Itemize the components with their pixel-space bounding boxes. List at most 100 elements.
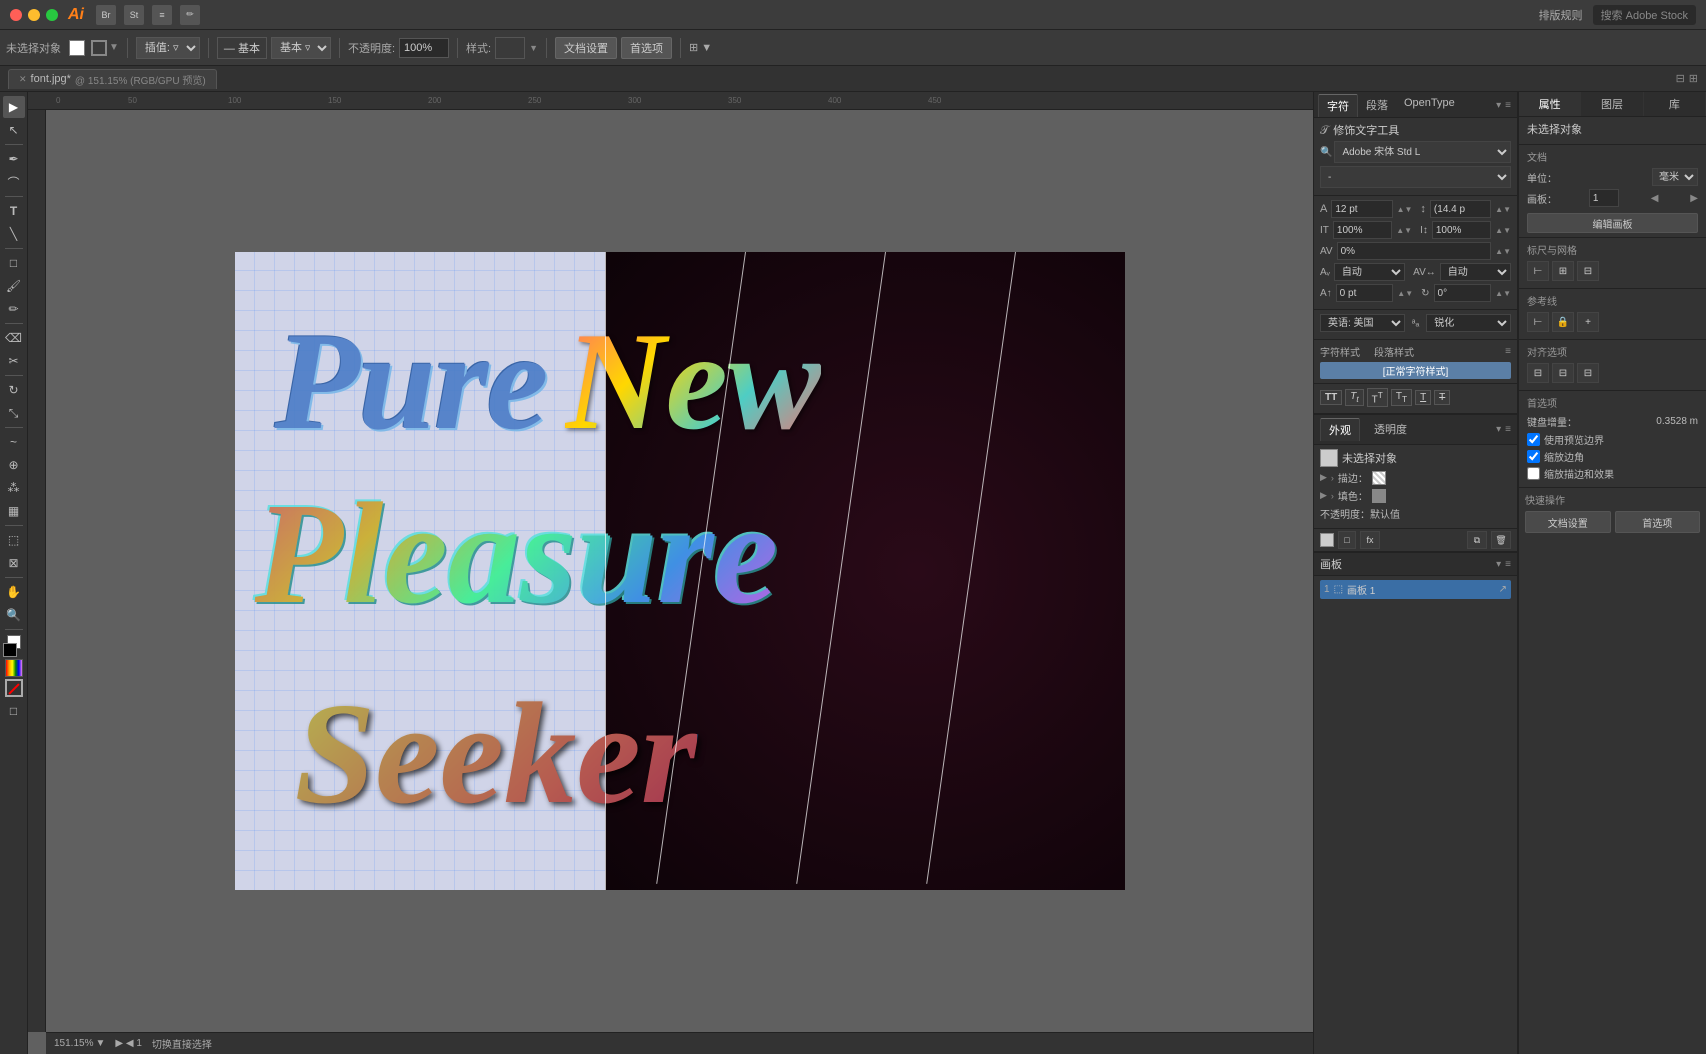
tracking-spinner[interactable]: ▲▼ bbox=[1495, 247, 1511, 256]
hamburger-icon[interactable]: ≡ bbox=[152, 5, 172, 25]
snap-left-btn[interactable]: ⊟ bbox=[1527, 363, 1549, 383]
tt-italic[interactable]: Tt bbox=[1345, 389, 1363, 406]
tt-underline[interactable]: T bbox=[1415, 390, 1431, 405]
select-tool[interactable]: ▶ bbox=[3, 96, 25, 118]
artboard-num-input[interactable] bbox=[1589, 189, 1619, 207]
tab-opentype[interactable]: OpenType bbox=[1396, 94, 1463, 117]
tt-sub[interactable]: TT bbox=[1391, 389, 1412, 406]
style-menu-icon[interactable]: ≡ bbox=[1505, 346, 1511, 357]
fx-effect-btn[interactable]: fx bbox=[1360, 531, 1380, 549]
artboard-goto-icon[interactable]: ↗ bbox=[1499, 584, 1507, 595]
panel-menu-icon[interactable]: ≡ bbox=[1505, 100, 1511, 111]
appear-main-swatch[interactable] bbox=[1320, 449, 1338, 467]
arrange-icon[interactable]: ⊞ ▼ bbox=[689, 41, 712, 54]
blend-tool[interactable]: ⊕ bbox=[3, 454, 25, 476]
fx-copy-btn[interactable]: ⧉ bbox=[1467, 531, 1487, 549]
paintbrush-tool[interactable]: 🖌 bbox=[3, 275, 25, 297]
curvature-tool[interactable]: ⌒ bbox=[3, 171, 25, 193]
scalev-input[interactable] bbox=[1432, 221, 1491, 239]
snap-right-btn[interactable]: ⊟ bbox=[1577, 363, 1599, 383]
artboard-collapse-icon[interactable]: ▾ bbox=[1496, 559, 1501, 570]
appear-collapse-icon[interactable]: ▾ bbox=[1496, 424, 1501, 435]
appear-fill-expand[interactable]: › bbox=[1331, 491, 1334, 501]
guide-add-btn[interactable]: + bbox=[1577, 312, 1599, 332]
scale-tool[interactable]: ⤡ bbox=[3, 402, 25, 424]
fx-add-btn[interactable]: □ bbox=[1338, 531, 1356, 549]
stroke-area[interactable]: ▼ bbox=[91, 40, 119, 56]
basic-dropdown[interactable]: 基本 ▿ bbox=[271, 37, 331, 59]
tab-close-icon[interactable]: ✕ bbox=[19, 74, 27, 85]
stroke-swatch[interactable] bbox=[91, 40, 107, 56]
type-tool[interactable]: T bbox=[3, 200, 25, 222]
scale-corners-checkbox[interactable] bbox=[1527, 450, 1540, 463]
style-arrow[interactable]: ▼ bbox=[529, 43, 538, 53]
arrange-menu[interactable]: 排版规则 bbox=[1539, 7, 1583, 23]
hand-tool[interactable]: ✋ bbox=[3, 581, 25, 603]
fontsize-spinner[interactable]: ▲▼ bbox=[1397, 205, 1413, 214]
scaleh-input[interactable] bbox=[1333, 221, 1392, 239]
normal-char-style[interactable]: [正常字符样式] bbox=[1320, 362, 1511, 379]
tt-bold[interactable]: TT bbox=[1320, 390, 1342, 405]
direct-select-tool[interactable]: ↖ bbox=[3, 119, 25, 141]
rotate-tool[interactable]: ↻ bbox=[3, 379, 25, 401]
gradient-tool[interactable] bbox=[5, 659, 23, 677]
appear-fill-arrow[interactable]: ▶ bbox=[1320, 490, 1327, 501]
appear-stroke-swatch[interactable] bbox=[1372, 471, 1386, 485]
line-tool[interactable]: ╲ bbox=[3, 223, 25, 245]
preview-bounds-checkbox[interactable] bbox=[1527, 433, 1540, 446]
scalev-spinner[interactable]: ▲▼ bbox=[1495, 226, 1511, 235]
rotation-input[interactable] bbox=[1434, 284, 1492, 302]
kerning1-select[interactable]: 自动 bbox=[1334, 263, 1405, 281]
lang-select[interactable]: 英语: 美国 bbox=[1320, 314, 1405, 332]
guide-lock-btn[interactable]: 🔒 bbox=[1552, 312, 1574, 332]
canvas-area[interactable]: 0 50 100 150 200 250 300 350 400 450 bbox=[28, 92, 1313, 1054]
leading-spinner[interactable]: ▲▼ bbox=[1495, 205, 1511, 214]
column-graph-tool[interactable]: ▦ bbox=[3, 500, 25, 522]
grid-icon-btn[interactable]: ⊞ bbox=[1552, 261, 1574, 281]
pen-icon[interactable]: ✏ bbox=[180, 5, 200, 25]
style-swatch-area[interactable] bbox=[495, 37, 525, 59]
doc-settings-btn[interactable]: 文档设置 bbox=[555, 37, 617, 59]
fx-delete-btn[interactable]: 🗑 bbox=[1491, 531, 1511, 549]
close-button[interactable] bbox=[10, 9, 22, 21]
font-select[interactable]: Adobe 宋体 Std L bbox=[1334, 141, 1511, 163]
minimize-button[interactable] bbox=[28, 9, 40, 21]
rect-tool[interactable]: □ bbox=[3, 252, 25, 274]
baseline-spinner[interactable]: ▲▼ bbox=[1397, 289, 1413, 298]
tab-appearance[interactable]: 外观 bbox=[1320, 418, 1360, 441]
maximize-button[interactable] bbox=[46, 9, 58, 21]
snap-center-btn[interactable]: ⊟ bbox=[1552, 363, 1574, 383]
slice-tool[interactable]: ⊠ bbox=[3, 552, 25, 574]
baseline-input[interactable] bbox=[1336, 284, 1394, 302]
leading-input[interactable] bbox=[1430, 200, 1491, 218]
font-style-select[interactable]: - bbox=[1320, 166, 1511, 188]
preferences-btn[interactable]: 首选项 bbox=[621, 37, 672, 59]
tt-strikethrough[interactable]: T bbox=[1434, 390, 1450, 405]
appear-fill-swatch[interactable] bbox=[1372, 489, 1386, 503]
appear-stroke-arrow[interactable]: ▶ bbox=[1320, 472, 1327, 483]
artboard-tool[interactable]: ⬚ bbox=[3, 529, 25, 551]
appear-menu-icon[interactable]: ≡ bbox=[1505, 424, 1511, 435]
tt-super[interactable]: TT bbox=[1367, 388, 1388, 407]
artboard-item-1[interactable]: 1 ⬚ 画板 1 ↗ bbox=[1320, 580, 1511, 599]
tab-properties[interactable]: 属性 bbox=[1519, 92, 1581, 116]
tab-library[interactable]: 库 bbox=[1644, 92, 1706, 116]
unit-select[interactable]: 毫米 bbox=[1652, 168, 1698, 186]
tab-fullscreen-icon[interactable]: ⊞ bbox=[1689, 72, 1698, 85]
eraser-tool[interactable]: ⌫ bbox=[3, 327, 25, 349]
opacity-input[interactable] bbox=[399, 38, 449, 58]
edit-artboard-btn[interactable]: 编辑画板 bbox=[1527, 213, 1698, 233]
zoom-tool[interactable]: 🔍 bbox=[3, 604, 25, 626]
appear-stroke-expand[interactable]: › bbox=[1331, 473, 1334, 483]
none-fill[interactable] bbox=[5, 679, 23, 697]
change-screen-mode[interactable]: □ bbox=[3, 700, 25, 722]
tab-arrange-icon[interactable]: ⊟ bbox=[1676, 72, 1685, 85]
grid2-icon-btn[interactable]: ⊟ bbox=[1577, 261, 1599, 281]
search-stock[interactable]: 搜索 Adobe Stock bbox=[1593, 5, 1696, 25]
zoom-level[interactable]: 151.15% ▼ bbox=[54, 1038, 105, 1049]
color-swatch-area[interactable] bbox=[3, 635, 25, 657]
artboard-menu-icon[interactable]: ≡ bbox=[1505, 559, 1511, 570]
sharp-select[interactable]: 锐化 bbox=[1426, 314, 1511, 332]
active-tab[interactable]: ✕ font.jpg* @ 151.15% (RGB/GPU 预览) bbox=[8, 69, 217, 89]
scissors-tool[interactable]: ✂ bbox=[3, 350, 25, 372]
